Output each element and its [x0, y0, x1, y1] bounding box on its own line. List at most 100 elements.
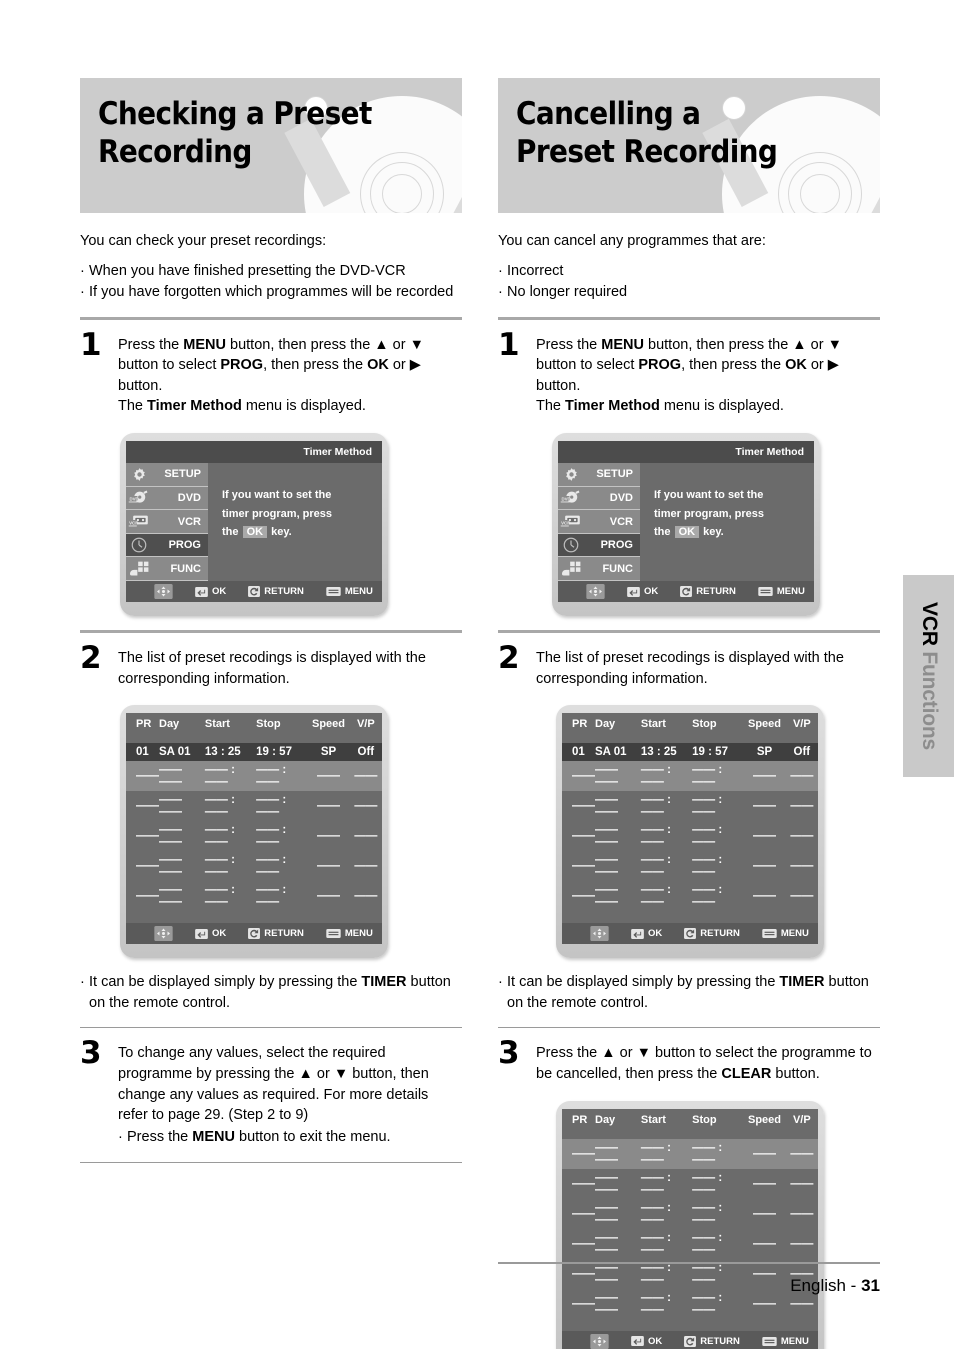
bullet-dot-icon: · — [498, 284, 503, 301]
cell-vp: —— — [354, 800, 378, 813]
table-row[interactable]: —— —— —— —— : —— —— : —— —— —— — [126, 851, 382, 881]
table-row[interactable]: 01 SA 01 13 : 25 19 : 57 SP Off — [562, 743, 818, 762]
svg-text:DVD: DVD — [129, 497, 138, 502]
key-menu: MENU — [192, 1128, 235, 1145]
section-tab-label: VCR Functions — [917, 602, 941, 750]
left-section-banner: Checking a Preset Recording — [80, 78, 462, 213]
osd-footer-return[interactable]: RETURN — [684, 1335, 740, 1347]
dpad-icon[interactable] — [154, 584, 173, 600]
gear-icon — [126, 465, 152, 484]
return-arrow-icon — [684, 1335, 697, 1347]
osd-menu-item-setup[interactable]: SETUP — [558, 463, 640, 487]
osd-body: SETUP DVD DVD VCR VCR PROG FUNC If you w… — [126, 463, 382, 582]
cell-vp: Off — [785, 743, 818, 762]
step-number: 3 — [498, 1035, 520, 1072]
dpad-icon[interactable] — [154, 926, 173, 942]
osd-footer-ok[interactable]: OK — [195, 928, 226, 939]
osd-footer-return[interactable]: RETURN — [680, 586, 736, 598]
osd-footer-menu[interactable]: MENU — [758, 586, 805, 597]
osd-footer-return[interactable]: RETURN — [248, 586, 304, 598]
osd-menu-item-func[interactable]: FUNC — [126, 557, 208, 582]
dpad-icon[interactable] — [590, 926, 609, 942]
cell-day: —— —— — [595, 824, 618, 849]
table-row[interactable]: —— —— —— —— : —— —— : —— —— —— — [562, 1199, 818, 1229]
table-row[interactable]: —— —— —— —— : —— —— : —— —— —— — [562, 791, 818, 821]
col-header-pr: PR — [126, 713, 159, 736]
table-row[interactable]: —— —— —— —— : —— —— : —— —— —— — [562, 881, 818, 911]
right-step-3: 3 Press the ▲ or ▼ button to select the … — [498, 1035, 880, 1084]
osd-footer-menu[interactable]: MENU — [326, 928, 373, 939]
osd-footer-menu[interactable]: MENU — [762, 928, 809, 939]
right-column: Cancelling a Preset Recording You can ca… — [498, 78, 880, 1349]
disc-wedge2-icon — [870, 192, 880, 213]
dpad-icon[interactable] — [590, 1333, 609, 1349]
step-text-part: Press the — [118, 336, 184, 353]
left-osd-timer-list: PR Day Start Stop Speed V/P 01 SA 01 13 … — [120, 705, 462, 959]
table-row[interactable]: —— —— —— —— : —— —— : —— —— —— — [126, 761, 382, 792]
osd-footer-return[interactable]: RETURN — [684, 928, 740, 940]
right-intro-bullet: · No longer required — [498, 282, 880, 303]
osd-message: If you want to set the timer program, pr… — [640, 463, 814, 581]
manual-page: VCR Functions Checking a Preset Recordin… — [0, 0, 954, 1349]
table-row[interactable]: —— —— —— —— : —— —— : —— —— —— — [562, 1169, 818, 1199]
cell-start: 13 : 25 — [204, 743, 257, 762]
dpad-icon[interactable] — [586, 584, 605, 600]
cell-pr: 01 — [126, 743, 159, 762]
osd-footer-menu[interactable]: MENU — [762, 1336, 809, 1347]
osd-menu-item-setup[interactable]: SETUP — [126, 463, 208, 487]
osd-menu-item-dvd[interactable]: DVD DVD — [558, 487, 640, 511]
osd-menu-item-vcr[interactable]: VCR VCR — [126, 510, 208, 534]
menu-key-icon — [326, 587, 341, 597]
table-row[interactable]: —— —— —— —— : —— —— : —— —— —— — [126, 791, 382, 821]
table-row[interactable]: —— —— —— —— : —— —— : —— —— —— — [562, 821, 818, 851]
table-row[interactable]: —— —— —— —— : —— —— : —— —— —— — [562, 851, 818, 881]
cell-pr: —— — [136, 830, 159, 843]
cell-speed: —— — [317, 800, 340, 813]
osd-menu-item-label: VCR — [177, 515, 201, 528]
bullet-dot-icon: · — [80, 262, 85, 279]
cell-pr: —— — [572, 890, 595, 903]
table-row[interactable]: —— —— —— —— : —— —— : —— —— —— — [562, 761, 818, 792]
right-osd-timer-list: PR Day Start Stop Speed V/P 01 SA 01 13 … — [556, 705, 880, 959]
cell-stop: —— : —— — [692, 1138, 744, 1169]
osd-footer-ok-label: OK — [212, 928, 227, 940]
table-row[interactable]: —— —— —— —— : —— —— : —— —— —— — [126, 821, 382, 851]
cell-start: —— : —— — [204, 824, 235, 849]
osd-menu-item-dvd[interactable]: DVD DVD — [126, 487, 208, 511]
cell-start: —— : —— — [640, 884, 671, 909]
osd-footer-ok[interactable]: OK — [195, 586, 226, 597]
right-intro-lead: You can cancel any programmes that are: — [498, 233, 766, 249]
page-number: English - 31 — [498, 1276, 880, 1296]
osd-menu-item-vcr[interactable]: VCR VCR — [558, 510, 640, 534]
cell-pr: —— — [572, 1177, 595, 1190]
osd-footer-ok[interactable]: OK — [631, 928, 662, 939]
col-header-pr: PR — [562, 713, 595, 736]
osd-message-line3: the OK key. — [654, 523, 814, 541]
table-spacer — [126, 911, 382, 923]
left-intro: You can check your preset recordings: · … — [80, 231, 462, 303]
osd-menu-item-func[interactable]: FUNC — [558, 557, 640, 582]
osd-footer-menu[interactable]: MENU — [326, 586, 373, 597]
osd-footer-ok[interactable]: OK — [627, 586, 658, 597]
table-row[interactable]: —— —— —— —— : —— —— : —— —— —— — [562, 1229, 818, 1259]
step-text-part: Press the ▲ or ▼ button to select the pr… — [536, 1045, 872, 1082]
table-row[interactable]: —— —— —— —— : —— —— : —— —— —— — [562, 1138, 818, 1169]
cell-speed: —— — [753, 860, 776, 873]
table-row[interactable]: —— —— —— —— : —— —— : —— —— —— — [126, 881, 382, 911]
menu-key-icon — [762, 1336, 777, 1346]
cell-stop: —— : —— — [256, 761, 308, 792]
osd-footer-return[interactable]: RETURN — [248, 928, 304, 940]
osd-footer-ok[interactable]: OK — [631, 1336, 662, 1347]
osd-menu-item-prog[interactable]: PROG — [126, 533, 208, 558]
osd-menu-item-label: PROG — [168, 539, 201, 552]
left-section-title: Checking a Preset Recording — [98, 96, 372, 170]
table-row[interactable]: 01 SA 01 13 : 25 19 : 57 SP Off — [126, 743, 382, 762]
osd-menu-item-prog[interactable]: PROG — [558, 533, 640, 558]
disc-ring — [800, 174, 840, 213]
blocks-icon — [558, 559, 584, 578]
left-intro-bullet-text: When you have finished presetting the DV… — [89, 262, 406, 279]
cell-speed: —— — [753, 1177, 776, 1190]
bullet-dot-icon: · — [118, 1128, 123, 1145]
osd-footer-menu-label: MENU — [344, 586, 373, 598]
cell-start: —— : —— — [204, 794, 235, 819]
